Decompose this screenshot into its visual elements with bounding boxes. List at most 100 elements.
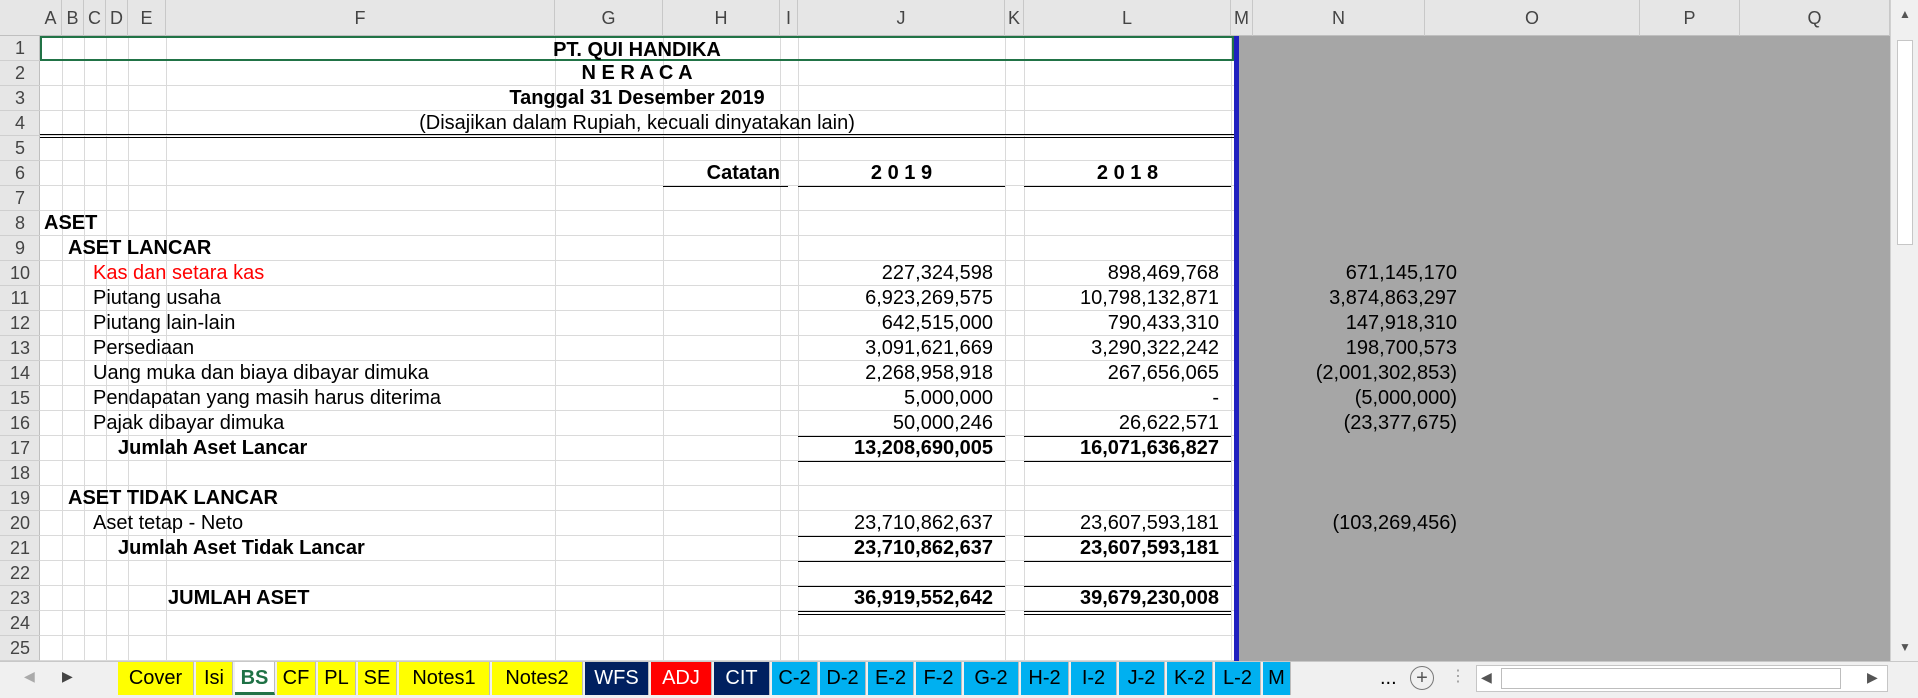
sheet-tab-adj[interactable]: ADJ bbox=[651, 662, 712, 695]
column-header-H[interactable]: H bbox=[663, 0, 780, 36]
column-header-C[interactable]: C bbox=[84, 0, 106, 36]
row-header-7[interactable]: 7 bbox=[0, 186, 40, 211]
column-header-G[interactable]: G bbox=[555, 0, 663, 36]
vertical-scrollbar[interactable]: ▲ ▼ bbox=[1890, 0, 1918, 661]
asset-value-2018: 267,656,065 bbox=[1107, 362, 1219, 384]
column-header-Q[interactable]: Q bbox=[1740, 0, 1890, 36]
column-header-B[interactable]: B bbox=[62, 0, 84, 36]
sheet-tab-f-2[interactable]: F-2 bbox=[916, 662, 962, 695]
row-header-8[interactable]: 8 bbox=[0, 211, 40, 236]
column-header-I[interactable]: I bbox=[780, 0, 798, 36]
sheet-tab-notes2[interactable]: Notes2 bbox=[492, 662, 583, 695]
column-header-L[interactable]: L bbox=[1024, 0, 1231, 36]
sheet-tab-cf[interactable]: CF bbox=[277, 662, 316, 695]
row-header-24[interactable]: 24 bbox=[0, 611, 40, 636]
year-2018-header: 2 0 1 8 bbox=[1096, 162, 1159, 184]
sheet-tab-i-2[interactable]: I-2 bbox=[1071, 662, 1117, 695]
title-double-underline-2 bbox=[40, 137, 1234, 138]
row-header-18[interactable]: 18 bbox=[0, 461, 40, 486]
row-header-9[interactable]: 9 bbox=[0, 236, 40, 261]
sheet-tab-k-2[interactable]: K-2 bbox=[1167, 662, 1213, 695]
asset-value-2018: 10,798,132,871 bbox=[1079, 287, 1219, 309]
total-assets-2019-dbl1 bbox=[798, 611, 1005, 612]
row-header-4[interactable]: 4 bbox=[0, 111, 40, 136]
sheet-tab-pl[interactable]: PL bbox=[318, 662, 356, 695]
split-handle-icon[interactable]: ⋮ bbox=[1450, 666, 1466, 686]
sheet-tab-d-2[interactable]: D-2 bbox=[820, 662, 866, 695]
row-header-10[interactable]: 10 bbox=[0, 261, 40, 286]
asset-value-2018: - bbox=[1212, 387, 1219, 409]
column-header-K[interactable]: K bbox=[1005, 0, 1024, 36]
row-header-3[interactable]: 3 bbox=[0, 86, 40, 111]
sheet-tab-c-2[interactable]: C-2 bbox=[772, 662, 818, 695]
scroll-right-icon[interactable]: ▶ bbox=[1867, 669, 1878, 686]
row-header-15[interactable]: 15 bbox=[0, 386, 40, 411]
sheet-tab-g-2[interactable]: G-2 bbox=[964, 662, 1019, 695]
sheet-tab-cit[interactable]: CIT bbox=[714, 662, 770, 695]
sheet-tab-wfs[interactable]: WFS bbox=[585, 662, 649, 695]
column-header-M[interactable]: M bbox=[1231, 0, 1253, 36]
sheet-tab-notes1[interactable]: Notes1 bbox=[399, 662, 490, 695]
vertical-scroll-thumb[interactable] bbox=[1897, 40, 1913, 245]
company-name[interactable]: PT. QUI HANDIKA bbox=[40, 36, 1234, 61]
grid-row-line bbox=[40, 635, 1234, 636]
sheet-tab-cover[interactable]: Cover bbox=[118, 662, 194, 695]
sheet-tab-isi[interactable]: Isi bbox=[196, 662, 233, 695]
row-header-23[interactable]: 23 bbox=[0, 586, 40, 611]
section-aset-tidak-lancar: ASET TIDAK LANCAR bbox=[68, 487, 278, 509]
row-header-21[interactable]: 21 bbox=[0, 536, 40, 561]
sheet-tab-j-2[interactable]: J-2 bbox=[1119, 662, 1165, 695]
sheet-tab-m[interactable]: M bbox=[1263, 662, 1291, 695]
more-tabs[interactable]: ... bbox=[1380, 662, 1397, 695]
next-sheet-icon[interactable]: ▶ bbox=[62, 668, 73, 685]
sheet-tab-se[interactable]: SE bbox=[358, 662, 397, 695]
row-header-16[interactable]: 16 bbox=[0, 411, 40, 436]
scroll-down-icon[interactable]: ▼ bbox=[1895, 637, 1915, 657]
asset-label: Piutang usaha bbox=[93, 287, 221, 309]
row-header-25[interactable]: 25 bbox=[0, 636, 40, 661]
total-current-2018: 16,071,636,827 bbox=[1079, 437, 1219, 459]
sheet-tab-h-2[interactable]: H-2 bbox=[1021, 662, 1069, 695]
row-header-20[interactable]: 20 bbox=[0, 511, 40, 536]
sheet-tab-e-2[interactable]: E-2 bbox=[868, 662, 914, 695]
scroll-left-icon[interactable]: ◀ bbox=[1481, 669, 1492, 686]
scroll-up-icon[interactable]: ▲ bbox=[1895, 4, 1915, 24]
report-date: Tanggal 31 Desember 2019 bbox=[509, 87, 765, 109]
row-header-12[interactable]: 12 bbox=[0, 311, 40, 336]
column-header-P[interactable]: P bbox=[1640, 0, 1740, 36]
total-assets-2018-dbl2 bbox=[1024, 614, 1231, 615]
asset-diff: 198,700,573 bbox=[1345, 337, 1457, 359]
column-header-D[interactable]: D bbox=[106, 0, 128, 36]
worksheet-grid[interactable]: PT. QUI HANDIKA N E R A C A Tanggal 31 D… bbox=[40, 36, 1890, 661]
row-header-2[interactable]: 2 bbox=[0, 61, 40, 86]
column-header-J[interactable]: J bbox=[798, 0, 1005, 36]
total-current-label: Jumlah Aset Lancar bbox=[118, 437, 308, 459]
row-header-11[interactable]: 11 bbox=[0, 286, 40, 311]
noncurrent-2018: 23,607,593,181 bbox=[1079, 512, 1219, 534]
row-header-5[interactable]: 5 bbox=[0, 136, 40, 161]
row-header-6[interactable]: 6 bbox=[0, 161, 40, 186]
row-header-1[interactable]: 1 bbox=[0, 36, 40, 61]
horizontal-scrollbar[interactable]: ◀ ▶ bbox=[1476, 665, 1888, 692]
column-header-N[interactable]: N bbox=[1253, 0, 1425, 36]
prev-sheet-icon[interactable]: ◀ bbox=[24, 668, 35, 685]
row-header-13[interactable]: 13 bbox=[0, 336, 40, 361]
asset-value-2018: 26,622,571 bbox=[1118, 412, 1219, 434]
add-sheet-icon[interactable]: + bbox=[1410, 666, 1434, 690]
row-header-17[interactable]: 17 bbox=[0, 436, 40, 461]
title-double-underline-1 bbox=[40, 134, 1234, 135]
row-header-22[interactable]: 22 bbox=[0, 561, 40, 586]
horizontal-scroll-thumb[interactable] bbox=[1501, 668, 1841, 689]
sheet-tab-bs[interactable]: BS bbox=[235, 662, 275, 695]
column-header-O[interactable]: O bbox=[1425, 0, 1640, 36]
row-header-bar: 1 2 3 4 5 6 7 8 9 10 11 12 13 14 15 16 17 18 19 20 21 22 23 24 2… bbox=[0, 36, 40, 661]
column-header-E[interactable]: E bbox=[128, 0, 166, 36]
column-header-A[interactable]: A bbox=[40, 0, 62, 36]
row-header-19[interactable]: 19 bbox=[0, 486, 40, 511]
catatan-underline bbox=[663, 186, 788, 187]
grid-row-line bbox=[40, 235, 1234, 236]
year-2018-underline bbox=[1024, 186, 1231, 187]
row-header-14[interactable]: 14 bbox=[0, 361, 40, 386]
sheet-tab-l-2[interactable]: L-2 bbox=[1215, 662, 1261, 695]
column-header-F[interactable]: F bbox=[166, 0, 555, 36]
